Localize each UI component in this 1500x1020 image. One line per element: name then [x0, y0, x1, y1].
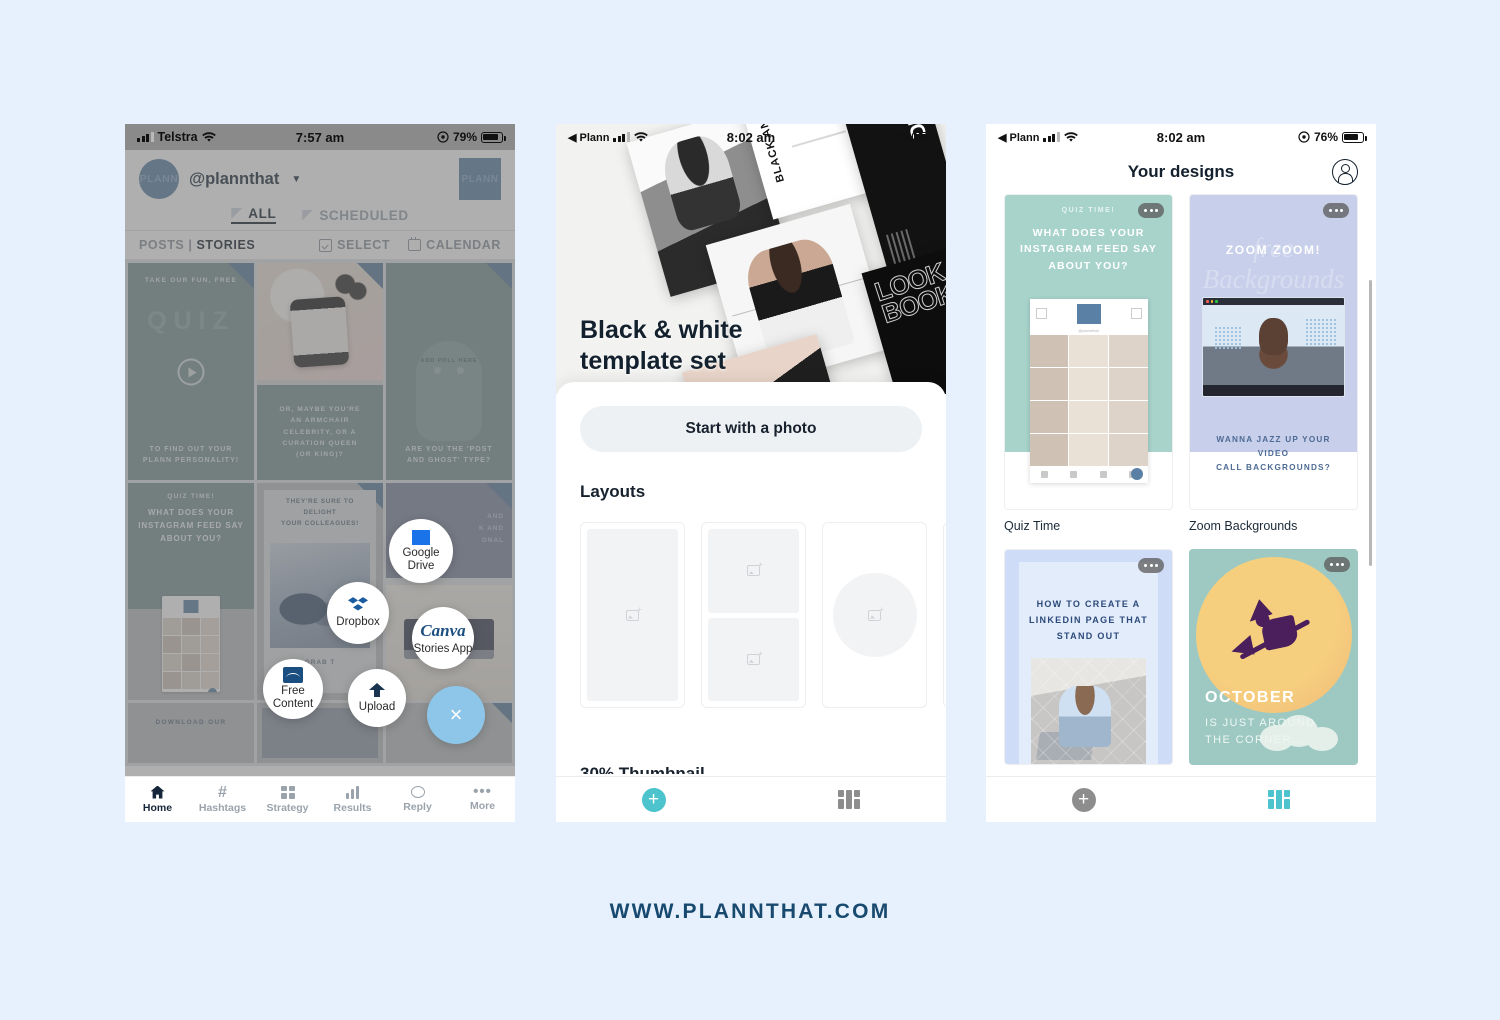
wifi-icon — [634, 131, 648, 142]
google-drive-icon — [412, 529, 430, 545]
scrollbar[interactable] — [1369, 280, 1372, 566]
location-icon — [868, 131, 880, 143]
grid-icon — [1267, 789, 1290, 810]
zoom-window-preview — [1202, 297, 1345, 397]
card-headline: HOW TO CREATE A LINKEDIN PAGE THAT STAND… — [1028, 599, 1149, 642]
image-placeholder-icon — [747, 649, 763, 665]
upload-label: Upload — [358, 700, 396, 713]
upload-icon — [369, 682, 385, 699]
close-menu-button[interactable]: × — [427, 686, 485, 744]
image-placeholder-icon — [747, 560, 763, 577]
account-circle-icon[interactable] — [1332, 159, 1358, 185]
image-placeholder-icon — [626, 605, 642, 621]
card-menu-icon[interactable] — [1324, 557, 1350, 572]
inner-phone-preview: @plannthat — [1029, 299, 1148, 483]
status-left-3: ◀ Plann — [998, 131, 1078, 144]
designs-button-2[interactable] — [751, 789, 946, 810]
signal-bars-icon — [1043, 132, 1060, 142]
screenshot-stage: Telstra 7:57 am 79% PLANN @plannthat ▼ P… — [0, 0, 1500, 1020]
free-content-icon — [283, 667, 303, 684]
battery-icon-3 — [1342, 131, 1367, 143]
card-photo — [1031, 658, 1146, 764]
create-button-2[interactable]: + — [556, 787, 751, 812]
design-thumbnail[interactable]: HOW TO CREATE A LINKEDIN PAGE THAT STAND… — [1004, 549, 1173, 765]
dropbox-icon — [348, 597, 368, 614]
dropbox-button[interactable]: Dropbox — [327, 582, 389, 644]
dropbox-label: Dropbox — [336, 616, 380, 629]
design-thumbnail[interactable]: QUIZ TIME! WHAT DOES YOUR INSTAGRAM FEED… — [1004, 194, 1173, 510]
design-thumbnail[interactable]: free Backgrounds ZOOM ZOOM! WANNA JAZZ U… — [1189, 194, 1358, 510]
google-drive-label: Google Drive — [402, 546, 440, 572]
page-title: Your designs — [1127, 162, 1235, 181]
bottom-nav-3: + — [986, 776, 1376, 822]
card-subtitle: IS JUST AROUND THE CORNER... — [1205, 716, 1316, 746]
layouts-row[interactable] — [580, 522, 946, 708]
signal-bars-icon — [613, 132, 630, 142]
back-app-link[interactable]: ◀ Plann — [568, 131, 609, 144]
create-button-3[interactable]: + — [986, 787, 1181, 812]
google-drive-button[interactable]: Google Drive — [389, 519, 453, 583]
footer-url: WWW.PLANNTHAT.COM — [609, 900, 891, 923]
designs-grid: QUIZ TIME! WHAT DOES YOUR INSTAGRAM FEED… — [986, 194, 1376, 765]
create-actions-menu: Google Drive Dropbox Canva Stories App F… — [125, 124, 515, 822]
battery-percent-3: 76% — [1313, 130, 1338, 144]
collage-text-3: LOOK BOOK — [871, 256, 946, 330]
location-icon — [1298, 131, 1310, 143]
battery-icon-2 — [912, 131, 937, 143]
card-menu-icon[interactable] — [1323, 203, 1349, 218]
card-headline: ZOOM ZOOM! — [1225, 243, 1322, 257]
layout-option-circle[interactable] — [822, 522, 927, 708]
image-placeholder-icon — [868, 605, 884, 621]
wifi-icon — [1064, 131, 1078, 142]
collage-pane: LOOK BOOK — [861, 243, 946, 394]
card-headline: WHAT DOES YOUR INSTAGRAM FEED SAY ABOUT … — [1019, 227, 1158, 272]
status-left-2: ◀ Plann — [568, 131, 648, 144]
start-with-photo-button[interactable]: Start with a photo — [580, 406, 922, 452]
phone-mockup-designs: ◀ Plann 8:02 am 76% Your designs QUIZ TI… — [986, 124, 1376, 822]
layouts-heading: Layouts — [580, 482, 646, 501]
template-sheet: Start with a photo Layouts — [556, 382, 946, 822]
layout-option-two-stacked[interactable] — [701, 522, 806, 708]
design-label: Quiz Time — [1004, 519, 1061, 533]
canva-button[interactable]: Canva Stories App — [412, 607, 474, 669]
status-right-3: 76% — [1298, 130, 1367, 144]
canva-sublabel: Stories App — [413, 642, 473, 655]
layout-option-partial[interactable] — [943, 522, 946, 708]
card-menu-icon[interactable] — [1138, 558, 1164, 573]
layout-option-single[interactable] — [580, 522, 685, 708]
bottom-nav-2: + — [556, 776, 946, 822]
back-app-link[interactable]: ◀ Plann — [998, 131, 1039, 144]
free-content-label: Free Content — [272, 685, 314, 710]
design-card[interactable]: QUIZ TIME! WHAT DOES YOUR INSTAGRAM FEED… — [1004, 194, 1173, 533]
card-caption: WANNA JAZZ UP YOUR VIDEO CALL BACKGROUND… — [1216, 435, 1331, 473]
next-section-heading: 30% Thumbnail — [580, 764, 705, 774]
phone-mockup-feed: Telstra 7:57 am 79% PLANN @plannthat ▼ P… — [125, 124, 515, 822]
plus-icon: + — [641, 787, 666, 812]
design-card[interactable]: OCTOBER IS JUST AROUND THE CORNER... — [1189, 549, 1358, 765]
battery-percent-2: 77% — [883, 130, 908, 144]
designs-header: Your designs — [986, 150, 1376, 194]
status-bar-2: ◀ Plann 8:02 am 77% — [556, 124, 946, 150]
hero-title: Black & white template set — [580, 316, 743, 375]
design-card[interactable]: HOW TO CREATE A LINKEDIN PAGE THAT STAND… — [1004, 549, 1173, 765]
canva-icon: Canva — [420, 620, 466, 640]
design-card[interactable]: free Backgrounds ZOOM ZOOM! WANNA JAZZ U… — [1189, 194, 1358, 533]
designs-button-3[interactable] — [1181, 789, 1376, 810]
phone-mockup-template: ◀ Plann 8:02 am 77% BLACK AND Lorem ipsu… — [556, 124, 946, 822]
status-bar-3: ◀ Plann 8:02 am 76% — [986, 124, 1376, 150]
card-menu-icon[interactable] — [1138, 203, 1164, 218]
design-label: Zoom Backgrounds — [1189, 519, 1298, 533]
plus-icon: + — [1071, 787, 1096, 812]
upload-button[interactable]: Upload — [348, 669, 406, 727]
grid-icon — [837, 789, 860, 810]
status-right-2: 77% — [868, 130, 937, 144]
close-icon: × — [449, 702, 463, 727]
free-content-button[interactable]: Free Content — [263, 659, 323, 719]
template-hero: BLACK AND Lorem ipsumdolor sit amet RING… — [556, 124, 946, 394]
design-thumbnail[interactable]: OCTOBER IS JUST AROUND THE CORNER... — [1189, 549, 1358, 765]
card-title-big: OCTOBER — [1205, 689, 1296, 706]
